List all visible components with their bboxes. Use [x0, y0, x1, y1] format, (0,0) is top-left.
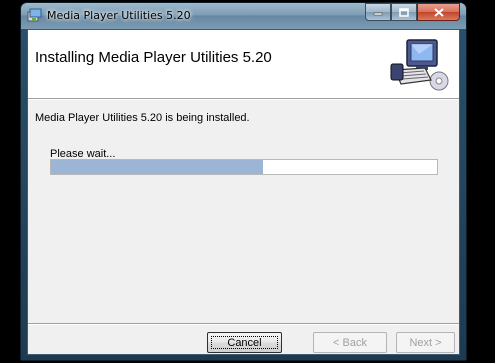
window-title: Media Player Utilities 5.20	[47, 9, 191, 22]
next-button[interactable]: Next >	[396, 332, 455, 353]
title-bar[interactable]: Media Player Utilities 5.20	[21, 3, 466, 29]
maximize-button[interactable]	[391, 3, 417, 21]
computer-setup-icon	[390, 39, 449, 91]
minimize-icon	[373, 12, 383, 16]
next-button-label: Next >	[409, 336, 442, 349]
status-message: Media Player Utilities 5.20 is being ins…	[35, 112, 250, 124]
caption-buttons	[365, 3, 460, 21]
back-button[interactable]: < Back	[313, 332, 387, 353]
cancel-button-label: Cancel	[227, 336, 262, 349]
installer-icon	[27, 8, 42, 22]
installer-window: Media Player Utilities 5.20 Installing M…	[20, 2, 467, 361]
cancel-button[interactable]: Cancel	[207, 332, 282, 353]
back-button-label: < Back	[333, 336, 367, 349]
maximize-icon	[399, 7, 409, 17]
page-title: Installing Media Player Utilities 5.20	[35, 49, 272, 66]
installer-content: Installing Media Player Utilities 5.20 M…	[27, 29, 460, 355]
close-icon	[433, 7, 444, 17]
minimize-button[interactable]	[365, 3, 391, 21]
header-banner: Installing Media Player Utilities 5.20	[28, 30, 459, 99]
progress-bar	[50, 159, 438, 175]
progress-bar-fill	[51, 160, 264, 174]
button-divider	[28, 323, 459, 325]
close-button[interactable]	[417, 3, 460, 21]
